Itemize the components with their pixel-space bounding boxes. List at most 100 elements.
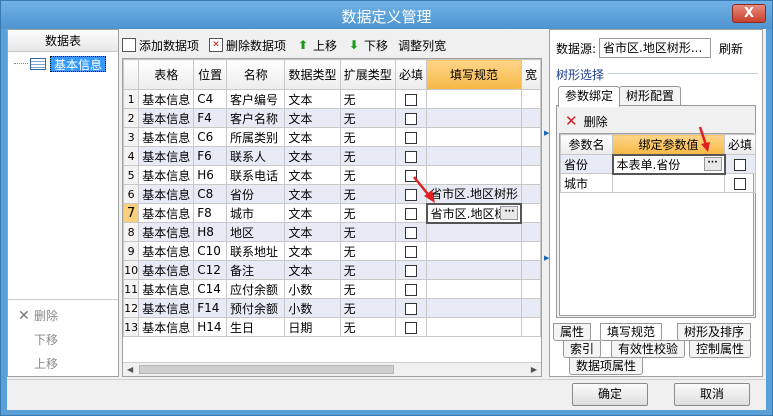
scrollbar-thumb[interactable]	[139, 365, 394, 374]
cell-position[interactable]: F4	[193, 108, 228, 128]
cell-name[interactable]: 应付余额	[226, 279, 286, 299]
table-row[interactable]: 7 基本信息 F8 城市 文本无 省市区.地区树 ···	[123, 202, 541, 224]
cell-ext-type[interactable]: 无	[339, 298, 396, 318]
move-down-button[interactable]: ⬇ 下移	[347, 35, 388, 55]
cell-ext-type[interactable]: 无	[339, 108, 396, 128]
table-row[interactable]: 2 基本信息 F4 客户名称 文本无	[123, 108, 541, 128]
move-up-table-button[interactable]: 上移	[8, 352, 120, 376]
required-checkbox[interactable]	[405, 112, 417, 125]
cell-name[interactable]: 备注	[226, 260, 286, 280]
cell-fill-rule[interactable]	[426, 108, 522, 128]
cell-ext-type[interactable]: 无	[339, 89, 396, 109]
tab-index[interactable]: 索引	[563, 340, 602, 358]
row-number[interactable]: 9	[123, 241, 140, 261]
cell-fill-rule[interactable]	[426, 146, 522, 166]
cell-required[interactable]	[394, 203, 428, 223]
cell-required[interactable]	[394, 146, 428, 166]
column-header-required[interactable]: 必填	[394, 59, 428, 90]
cancel-button[interactable]: 取消	[674, 383, 750, 406]
row-number[interactable]: 3	[123, 127, 140, 147]
required-checkbox[interactable]	[405, 131, 417, 144]
cell-width[interactable]	[520, 222, 541, 242]
cell-table[interactable]: 基本信息	[138, 127, 195, 147]
row-number[interactable]: 13	[123, 317, 140, 337]
table-row[interactable]: 5 基本信息 H6 联系电话 文本无	[123, 165, 541, 185]
cell-width[interactable]	[520, 165, 541, 185]
ellipsis-button[interactable]: ···	[500, 205, 519, 220]
cell-width[interactable]	[520, 184, 541, 204]
column-header-table[interactable]: 表格	[138, 59, 195, 90]
cell-ext-type[interactable]: 无	[339, 146, 396, 166]
cell-ext-type[interactable]: 无	[339, 165, 396, 185]
tree-item-basic-info[interactable]: 基本信息	[14, 55, 107, 72]
cell-table[interactable]: 基本信息	[138, 298, 195, 318]
param-header-name[interactable]: 参数名	[560, 134, 613, 155]
table-row[interactable]: 12 基本信息 F14 预付余额 小数无	[123, 298, 541, 318]
move-down-table-button[interactable]: 下移	[8, 328, 120, 352]
cell-ext-type[interactable]: 无	[339, 127, 396, 147]
cell-position[interactable]: H6	[193, 165, 228, 185]
cell-data-type[interactable]: 文本	[284, 127, 341, 147]
cell-width[interactable]	[520, 298, 541, 318]
cell-table[interactable]: 基本信息	[138, 165, 195, 185]
cell-table[interactable]: 基本信息	[138, 222, 195, 242]
cell-data-type[interactable]: 小数	[284, 279, 341, 299]
row-number[interactable]: 2	[123, 108, 140, 128]
row-number[interactable]: 1	[123, 89, 140, 109]
row-number[interactable]: 6	[123, 184, 140, 204]
tab-param-binding[interactable]: 参数绑定	[558, 86, 621, 107]
param-value-editor[interactable]: 本表单.省份 ···	[611, 153, 726, 175]
cell-name[interactable]: 联系人	[226, 146, 286, 166]
cell-position[interactable]: F6	[193, 146, 228, 166]
cell-table[interactable]: 基本信息	[138, 260, 195, 280]
cell-name[interactable]: 地区	[226, 222, 286, 242]
required-checkbox[interactable]	[405, 283, 417, 296]
cell-data-type[interactable]: 日期	[284, 317, 341, 337]
column-header-width[interactable]: 宽	[520, 59, 541, 90]
cell-width[interactable]	[520, 108, 541, 128]
row-number[interactable]: 8	[123, 222, 140, 242]
required-checkbox[interactable]	[734, 177, 746, 190]
tab-tree-config[interactable]: 树形配置	[619, 86, 682, 106]
cell-name[interactable]: 客户编号	[226, 89, 286, 109]
cell-ext-type[interactable]: 无	[339, 317, 396, 337]
cell-width[interactable]	[520, 317, 541, 337]
fill-rule-editor[interactable]: 省市区.地区树 ···	[425, 202, 523, 224]
cell-fill-rule[interactable]	[426, 165, 522, 185]
row-number[interactable]: 5	[123, 165, 140, 185]
cell-data-type[interactable]: 文本	[284, 203, 341, 223]
required-checkbox[interactable]	[405, 150, 417, 163]
cell-required[interactable]	[394, 222, 428, 242]
cell-position[interactable]: H8	[193, 222, 228, 242]
cell-name[interactable]: 预付余额	[226, 298, 286, 318]
adjust-column-width-button[interactable]: 调整列宽	[398, 35, 446, 55]
cell-data-type[interactable]: 文本	[284, 260, 341, 280]
tab-data-item-properties[interactable]: 数据项属性	[569, 357, 644, 375]
table-row[interactable]: 10 基本信息 C12 备注 文本无	[123, 260, 541, 280]
tab-fill-rule[interactable]: 填写规范	[600, 323, 663, 341]
param-value-cell[interactable]	[612, 173, 725, 193]
cell-table[interactable]: 基本信息	[138, 108, 195, 128]
required-checkbox[interactable]	[405, 245, 417, 258]
refresh-button[interactable]: 刷新	[719, 40, 743, 57]
horizontal-scrollbar[interactable]: ◀ ▶	[123, 362, 541, 376]
cell-data-type[interactable]: 文本	[284, 89, 341, 109]
required-checkbox[interactable]	[405, 93, 417, 106]
cell-required[interactable]	[394, 241, 428, 261]
table-row[interactable]: 4 基本信息 F6 联系人 文本无	[123, 146, 541, 166]
delete-table-button[interactable]: ✕ 删除	[8, 304, 120, 328]
cell-data-type[interactable]: 文本	[284, 241, 341, 261]
cell-fill-rule[interactable]	[426, 89, 522, 109]
tab-control-properties[interactable]: 控制属性	[689, 340, 752, 358]
column-header-fill-rule[interactable]: 填写规范	[426, 59, 522, 90]
cell-name[interactable]: 生日	[226, 317, 286, 337]
cell-position[interactable]: C6	[193, 127, 228, 147]
column-header-ext-type[interactable]: 扩展类型	[339, 59, 396, 90]
cell-required[interactable]	[394, 298, 428, 318]
cell-width[interactable]	[520, 146, 541, 166]
tab-properties[interactable]: 属性	[553, 323, 592, 341]
cell-fill-rule[interactable]	[426, 279, 522, 299]
row-number[interactable]: 7	[123, 203, 140, 223]
cell-data-type[interactable]: 小数	[284, 298, 341, 318]
table-row[interactable]: 9 基本信息 C10 联系地址 文本无	[123, 241, 541, 261]
